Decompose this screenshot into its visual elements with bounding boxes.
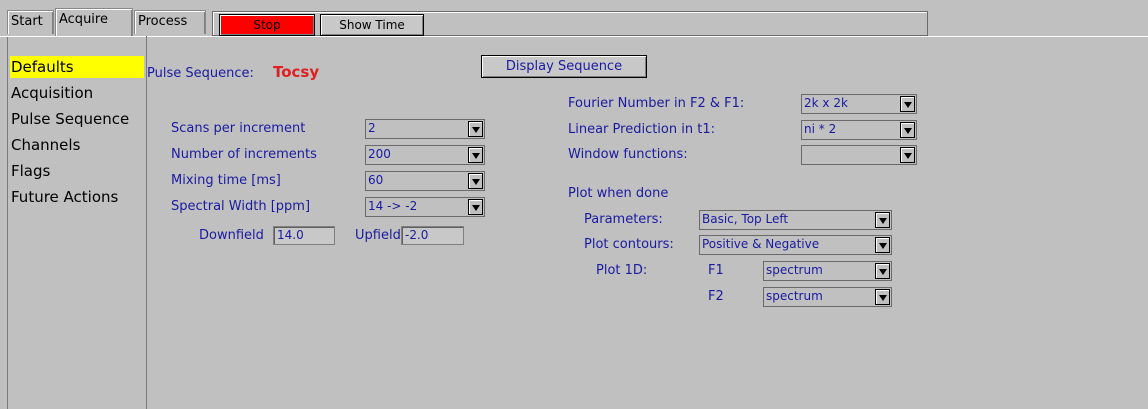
plot-contours-value: Positive & Negative bbox=[702, 237, 820, 251]
increments-label: Number of increments bbox=[171, 147, 317, 162]
fourier-label: Fourier Number in F2 & F1: bbox=[568, 96, 745, 111]
tab-acquire-label: Acquire bbox=[59, 12, 108, 27]
spectral-width-select[interactable]: 14 -> -2 bbox=[365, 197, 485, 217]
chevron-down-icon[interactable] bbox=[875, 212, 890, 228]
pulse-sequence-value: Tocsy bbox=[273, 63, 320, 81]
chevron-down-icon[interactable] bbox=[468, 121, 483, 137]
chevron-down-icon[interactable] bbox=[468, 147, 483, 163]
upfield-label: Upfield bbox=[355, 228, 401, 243]
scans-value: 2 bbox=[368, 121, 376, 135]
f1-select[interactable]: spectrum bbox=[763, 261, 892, 281]
chevron-down-icon[interactable] bbox=[875, 237, 890, 253]
plot-contours-label: Plot contours: bbox=[584, 237, 674, 252]
f1-label: F1 bbox=[708, 263, 724, 278]
linear-prediction-label: Linear Prediction in t1: bbox=[568, 122, 715, 137]
plot-contours-select[interactable]: Positive & Negative bbox=[699, 235, 892, 255]
show-time-button[interactable]: Show Time bbox=[320, 14, 424, 36]
chevron-down-icon[interactable] bbox=[468, 199, 483, 215]
tab-process-label: Process bbox=[138, 14, 188, 29]
pulse-sequence-label: Pulse Sequence: bbox=[147, 66, 254, 81]
tab-start[interactable]: Start bbox=[7, 10, 54, 34]
sidebar-item-flags[interactable]: Flags bbox=[10, 160, 144, 182]
plot-1d-label: Plot 1D: bbox=[596, 263, 648, 278]
chevron-down-icon[interactable] bbox=[875, 289, 890, 305]
chevron-down-icon[interactable] bbox=[468, 173, 483, 189]
mixing-time-value: 60 bbox=[368, 173, 384, 187]
fourier-value: 2k x 2k bbox=[804, 96, 848, 110]
chevron-down-icon[interactable] bbox=[900, 122, 915, 138]
chevron-down-icon[interactable] bbox=[875, 263, 890, 279]
f2-value: spectrum bbox=[766, 289, 823, 303]
tab-start-label: Start bbox=[11, 14, 43, 29]
linear-prediction-select[interactable]: ni * 2 bbox=[801, 120, 917, 140]
sidebar-item-defaults[interactable]: Defaults bbox=[10, 56, 144, 78]
tab-process[interactable]: Process bbox=[134, 10, 206, 34]
window-functions-label: Window functions: bbox=[568, 147, 688, 162]
upfield-field[interactable]: -2.0 bbox=[401, 226, 464, 245]
scans-select[interactable]: 2 bbox=[365, 119, 485, 139]
downfield-field[interactable]: 14.0 bbox=[273, 226, 335, 245]
f2-select[interactable]: spectrum bbox=[763, 287, 892, 307]
tab-acquire[interactable]: Acquire bbox=[55, 8, 133, 37]
f1-value: spectrum bbox=[766, 263, 823, 277]
linear-prediction-value: ni * 2 bbox=[804, 122, 837, 136]
parameters-label: Parameters: bbox=[584, 212, 663, 227]
downfield-label: Downfield bbox=[199, 228, 264, 243]
sidebar-item-channels[interactable]: Channels bbox=[10, 134, 144, 156]
sidebar-item-acquisition[interactable]: Acquisition bbox=[10, 82, 144, 104]
f2-label: F2 bbox=[708, 289, 724, 304]
increments-value: 200 bbox=[368, 147, 391, 161]
plot-when-done-label: Plot when done bbox=[568, 186, 669, 201]
divider bbox=[0, 36, 1148, 37]
window-functions-select[interactable] bbox=[801, 145, 917, 165]
increments-select[interactable]: 200 bbox=[365, 145, 485, 165]
sidebar: Defaults Acquisition Pulse Sequence Chan… bbox=[7, 36, 147, 409]
chevron-down-icon[interactable] bbox=[900, 96, 915, 112]
sidebar-item-future-actions[interactable]: Future Actions bbox=[10, 186, 144, 208]
display-sequence-button[interactable]: Display Sequence bbox=[481, 55, 647, 78]
scans-label: Scans per increment bbox=[171, 121, 306, 136]
chevron-down-icon[interactable] bbox=[900, 147, 915, 163]
sidebar-item-pulse-sequence[interactable]: Pulse Sequence bbox=[10, 108, 144, 130]
stop-button[interactable]: Stop bbox=[219, 14, 315, 36]
parameters-value: Basic, Top Left bbox=[702, 212, 789, 226]
mixing-time-label: Mixing time [ms] bbox=[171, 173, 281, 188]
spectral-width-label: Spectral Width [ppm] bbox=[171, 199, 311, 214]
parameters-select[interactable]: Basic, Top Left bbox=[699, 210, 892, 230]
spectral-width-value: 14 -> -2 bbox=[368, 199, 418, 213]
fourier-select[interactable]: 2k x 2k bbox=[801, 94, 917, 114]
mixing-time-select[interactable]: 60 bbox=[365, 171, 485, 191]
